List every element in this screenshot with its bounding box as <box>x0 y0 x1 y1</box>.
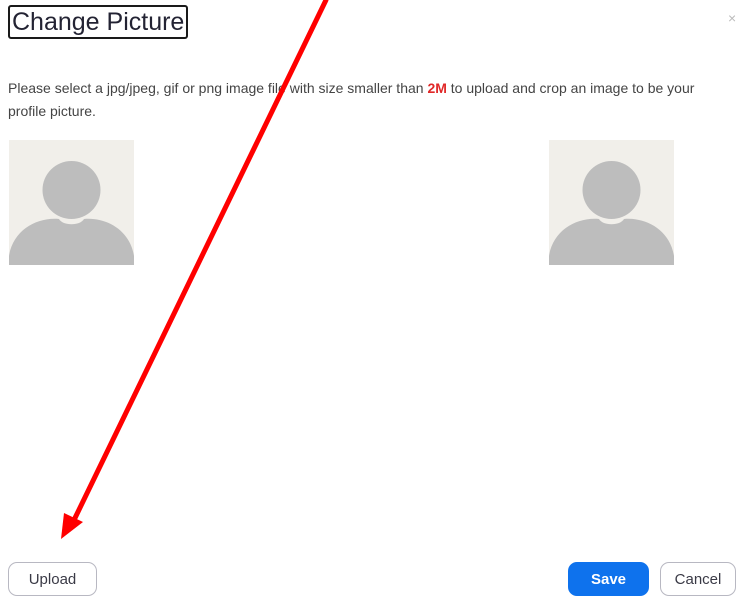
cancel-button[interactable]: Cancel <box>660 562 736 596</box>
user-silhouette-icon <box>9 161 134 265</box>
dialog-title: Change Picture <box>8 5 189 39</box>
close-icon[interactable]: × <box>728 10 736 26</box>
change-picture-dialog: Change Picture × Please select a jpg/jpe… <box>0 0 736 599</box>
upload-button[interactable]: Upload <box>8 562 97 596</box>
save-button[interactable]: Save <box>568 562 649 596</box>
result-preview-avatar <box>549 140 674 265</box>
instructions-text-start: Please select a jpg/jpeg, gif or png ima… <box>8 80 428 96</box>
size-limit: 2M <box>427 80 447 96</box>
crop-preview-avatar <box>9 140 134 265</box>
upload-instructions: Please select a jpg/jpeg, gif or png ima… <box>8 77 728 123</box>
user-silhouette-icon <box>549 161 674 265</box>
